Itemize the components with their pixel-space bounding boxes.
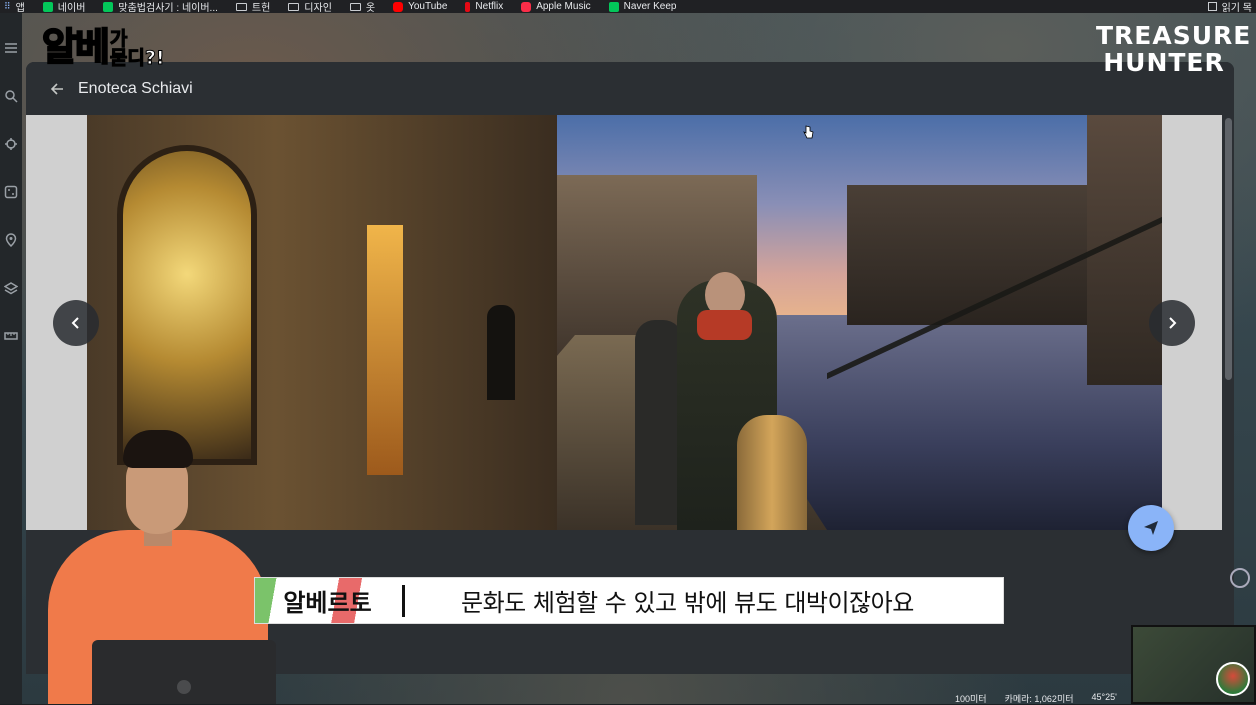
- back-button[interactable]: [48, 80, 66, 98]
- show-logo: 알베 가 묻디?!: [41, 25, 165, 69]
- bookmarks-bar: ⠿ 앱 네이버 맞춤법검사기 : 네이버... 트헌 디자인 옷 YouTube…: [0, 0, 1256, 14]
- show-logo-main: 알베: [41, 25, 111, 69]
- subtitle-divider: [402, 584, 405, 617]
- panel-header: Enoteca Schiavi: [26, 62, 1234, 115]
- naver-icon: [103, 1, 114, 12]
- bookmark-label: Netflix: [475, 1, 504, 12]
- bookmark-apps[interactable]: ⠿ 앱: [4, 0, 25, 14]
- minimap[interactable]: [1131, 625, 1256, 704]
- dice-icon[interactable]: [4, 185, 18, 199]
- menu-icon[interactable]: [4, 41, 18, 55]
- bookmark-spellcheck[interactable]: 맞춤법검사기 : 네이버...: [103, 0, 218, 14]
- bookmark-label: 앱: [15, 3, 25, 14]
- chevron-left-icon: [71, 317, 79, 329]
- bookmark-label: 트헌: [251, 3, 271, 14]
- send-icon: [1144, 521, 1158, 535]
- bookmark-label: Naver Keep: [623, 1, 677, 12]
- place-title: Enoteca Schiavi: [78, 79, 193, 97]
- photo-walker: [487, 305, 515, 400]
- chevron-right-icon: [1169, 317, 1177, 329]
- apple-music-icon: [521, 1, 532, 12]
- speaker-tag: 알베르토: [255, 578, 400, 623]
- share-button[interactable]: [1128, 505, 1174, 551]
- folder-icon: [288, 2, 300, 11]
- reading-list-label: 읽기 목: [1221, 3, 1252, 14]
- photo-arched-window: [117, 145, 257, 465]
- map-scale: 100미터: [955, 694, 987, 704]
- bookmark-apple-music[interactable]: Apple Music: [521, 1, 591, 12]
- layers-icon[interactable]: [4, 281, 18, 295]
- photo-woman: [635, 320, 683, 525]
- youtube-icon: [393, 1, 404, 12]
- bookmark-label: YouTube: [408, 1, 448, 12]
- apps-grid-icon: ⠿: [4, 1, 11, 11]
- bookmark-label: Apple Music: [536, 1, 591, 12]
- panel-scrollbar[interactable]: [1225, 118, 1232, 380]
- laptop: [92, 640, 276, 704]
- naver-icon: [42, 1, 53, 12]
- bookmark-naver-keep[interactable]: Naver Keep: [608, 1, 677, 12]
- presenter-video: [0, 430, 280, 704]
- subtitle-text: 문화도 체험할 수 있고 밖에 뷰도 대박이잖아요: [461, 589, 914, 617]
- naver-icon: [608, 1, 619, 12]
- search-icon[interactable]: [4, 89, 18, 103]
- map-status-bar: 100미터 카메라: 1,062미터 45°25': [955, 692, 1117, 705]
- folder-icon: [349, 2, 361, 11]
- reading-list[interactable]: 읽기 목: [1207, 0, 1252, 14]
- voyager-icon[interactable]: [4, 137, 18, 151]
- bookmark-naver[interactable]: 네이버: [42, 0, 86, 14]
- photo-shop-window: [367, 225, 403, 475]
- bookmark-label: 맞춤법검사기 : 네이버...: [118, 3, 218, 14]
- photo-bollard: [737, 415, 807, 530]
- brand-line-2: HUNTER: [1103, 48, 1225, 77]
- presenter-hair: [123, 430, 193, 468]
- subtitle-caption: 알베르토 문화도 체험할 수 있고 밖에 뷰도 대박이잖아요: [254, 577, 1004, 624]
- reading-list-icon: [1207, 2, 1217, 11]
- show-logo-sub: 가 묻디?!: [109, 29, 165, 69]
- bookmark-folder-trhun[interactable]: 트헌: [235, 0, 271, 14]
- folder-icon: [235, 2, 247, 11]
- user-avatar: [1216, 662, 1250, 696]
- arrow-left-icon: [50, 82, 63, 95]
- netflix-icon: [465, 1, 471, 12]
- treasure-hunter-logo: TREASURE HUNTER: [1096, 21, 1252, 77]
- ruler-icon[interactable]: [4, 329, 18, 343]
- hand-cursor-icon: [803, 125, 814, 139]
- next-photo-button[interactable]: [1149, 300, 1195, 346]
- speaker-name: 알베르토: [283, 589, 372, 617]
- bookmark-label: 네이버: [57, 3, 86, 14]
- location-pin-icon[interactable]: [4, 233, 18, 247]
- bookmark-label: 옷: [365, 3, 376, 14]
- camera-altitude: 카메라: 1,062미터: [1004, 694, 1074, 704]
- bookmark-label: 디자인: [304, 3, 332, 14]
- show-logo-sub-line-2: 묻디?!: [109, 47, 165, 69]
- compass-icon[interactable]: [1230, 568, 1250, 588]
- previous-photo-button[interactable]: [53, 300, 99, 346]
- bookmark-folder-design[interactable]: 디자인: [288, 0, 332, 14]
- bookmark-netflix[interactable]: Netflix: [465, 1, 503, 12]
- brand-line-1: TREASURE: [1096, 21, 1252, 50]
- bookmark-youtube[interactable]: YouTube: [393, 1, 447, 12]
- map-coordinates: 45°25': [1091, 692, 1117, 702]
- apple-logo-icon: [177, 680, 191, 694]
- bookmark-folder-clothes[interactable]: 옷: [349, 0, 376, 14]
